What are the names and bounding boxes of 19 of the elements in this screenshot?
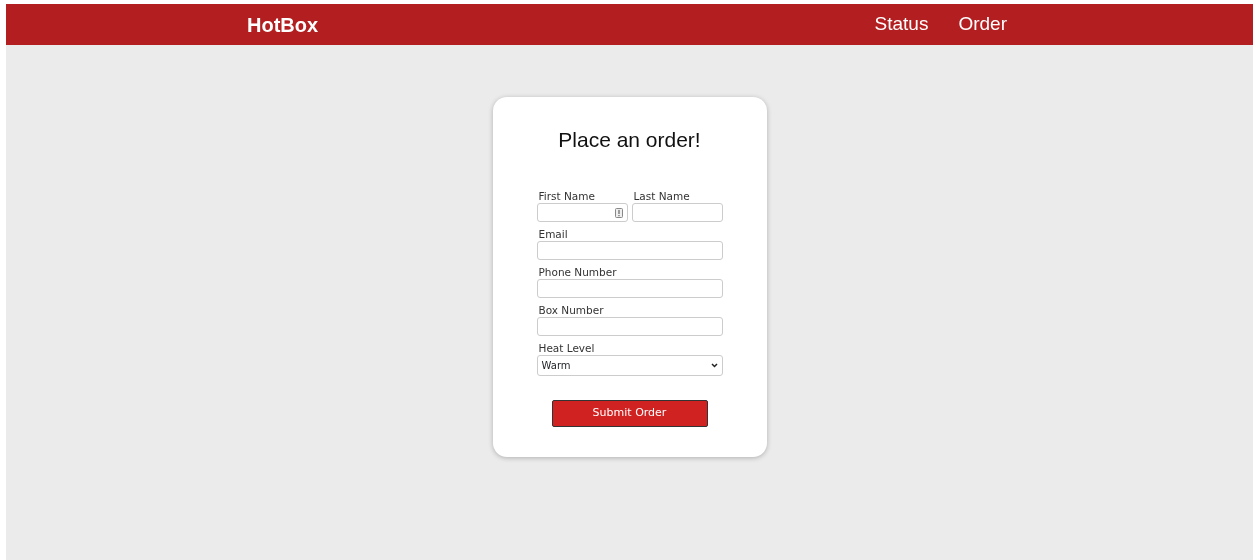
autofill-icon (614, 207, 623, 218)
heat-level-select[interactable]: Warm (536, 355, 723, 377)
input-field[interactable] (631, 203, 723, 223)
submit-button[interactable]: Submit Order (551, 400, 708, 428)
brand-logo[interactable]: HotBox (247, 9, 319, 40)
input-field[interactable] (536, 241, 723, 261)
field-label: Box Number (538, 304, 605, 318)
field-label: Heat Level (538, 342, 596, 356)
nav-link[interactable]: Order (958, 10, 1007, 39)
input-field[interactable] (536, 203, 628, 223)
field-label: Phone Number (538, 266, 618, 280)
input-field[interactable] (536, 279, 723, 299)
nav-link[interactable]: Status (874, 10, 929, 39)
field-label: Email (538, 228, 569, 242)
input-field[interactable] (536, 317, 723, 337)
form-title: Place an order! (557, 127, 702, 153)
field-label: Last Name (633, 190, 691, 204)
field-label: First Name (538, 190, 596, 204)
chevron-down-icon (710, 363, 718, 369)
